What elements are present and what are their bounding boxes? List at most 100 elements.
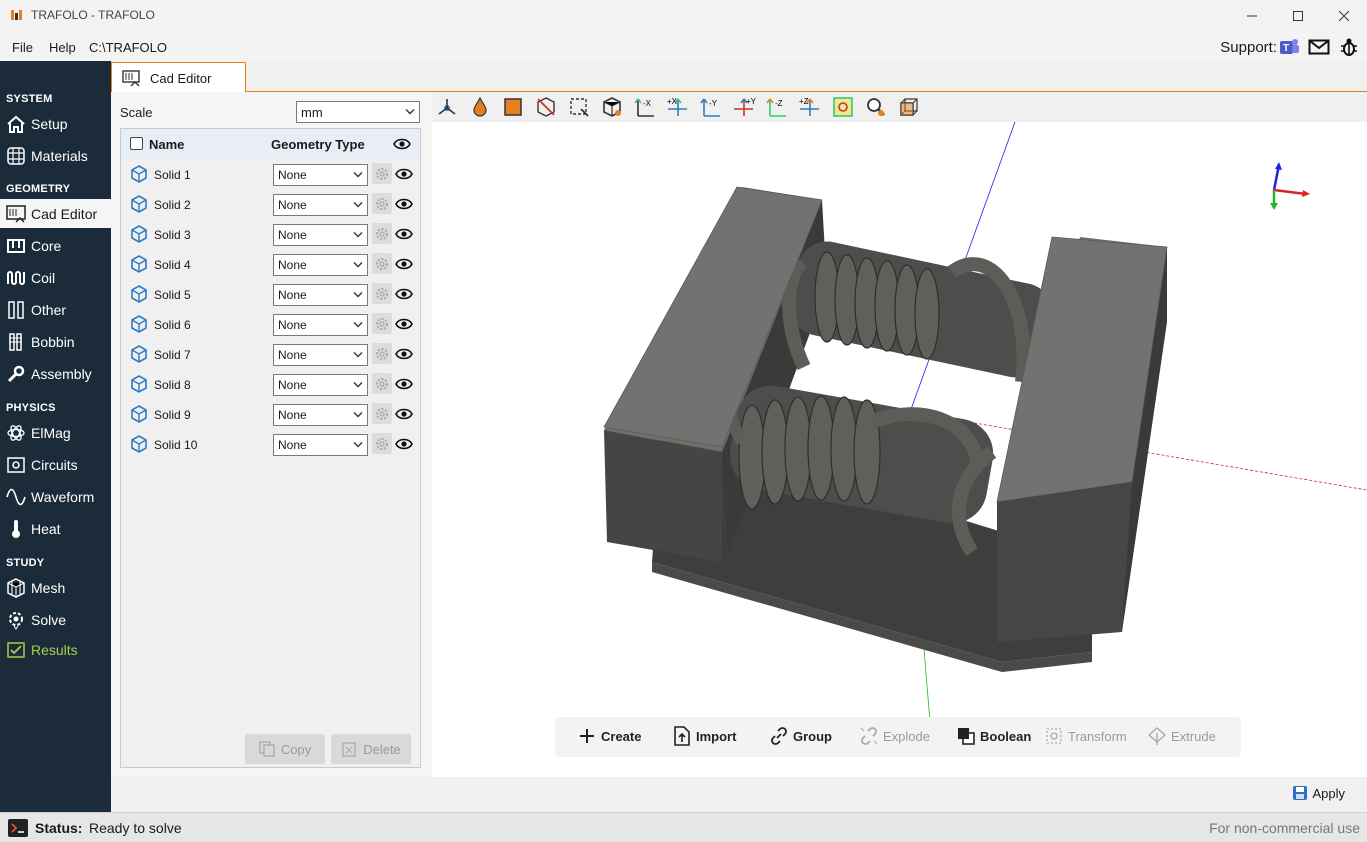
explode-button[interactable]: Explode [859,726,930,746]
menu-path[interactable]: C:\TRAFOLO [89,40,167,55]
solid-name[interactable]: Solid 6 [154,318,191,332]
boolean-button[interactable]: Boolean [956,726,1031,746]
solid-name[interactable]: Solid 1 [154,168,191,182]
3d-viewport[interactable] [432,122,1367,777]
solid-row[interactable]: Solid 6 None [121,309,420,339]
import-button[interactable]: Import [672,726,736,746]
visibility-eye-icon[interactable] [395,316,413,332]
solid-row[interactable]: Solid 1 None [121,159,420,189]
geometry-type-select[interactable]: None [273,374,368,396]
mail-icon[interactable] [1308,36,1330,58]
sidebar-item-waveform[interactable]: Waveform [0,482,111,511]
transform-button[interactable]: Transform [1044,726,1127,746]
visibility-all-eye-icon[interactable] [393,137,411,151]
visibility-eye-icon[interactable] [395,436,413,452]
solid-name[interactable]: Solid 9 [154,408,191,422]
sidebar-item-results[interactable]: Results [0,635,111,664]
view-plus-z-button[interactable]: +Z [798,95,822,119]
teams-icon[interactable]: T [1278,36,1300,58]
tab-cad-editor[interactable]: Cad Editor [111,62,246,93]
sidebar-item-circuits[interactable]: Circuits [0,450,111,479]
view-plus-y-button[interactable]: +Y [732,95,756,119]
geometry-type-select[interactable]: None [273,164,368,186]
view-minus-y-button[interactable]: -Y [699,95,723,119]
sidebar-item-solve[interactable]: Solve [0,605,111,634]
scale-select[interactable]: mm [296,101,420,123]
solid-name[interactable]: Solid 10 [154,438,197,452]
extrude-button[interactable]: Extrude [1147,726,1216,746]
visibility-eye-icon[interactable] [395,376,413,392]
view-minus-z-button[interactable]: -Z [765,95,789,119]
settings-button[interactable] [372,253,392,274]
select-all-checkbox[interactable] [130,137,143,150]
minimize-button[interactable] [1229,0,1275,31]
solid-row[interactable]: Solid 10 None [121,429,420,459]
visibility-eye-icon[interactable] [395,166,413,182]
solid-row[interactable]: Solid 4 None [121,249,420,279]
sidebar-item-elmag[interactable]: ElMag [0,418,111,447]
maximize-button[interactable] [1275,0,1321,31]
geometry-type-select[interactable]: None [273,344,368,366]
solid-name[interactable]: Solid 4 [154,258,191,272]
close-button[interactable] [1321,0,1367,31]
menu-help[interactable]: Help [49,40,76,55]
visibility-eye-icon[interactable] [395,196,413,212]
settings-button[interactable] [372,193,392,214]
magnify-button[interactable] [864,95,888,119]
box-select-button[interactable] [567,95,591,119]
settings-button[interactable] [372,313,392,334]
visibility-eye-icon[interactable] [395,406,413,422]
color-map-button[interactable] [468,95,492,119]
copy-button[interactable]: Copy [245,734,325,764]
solid-row[interactable]: Solid 3 None [121,219,420,249]
delete-button[interactable]: Delete [331,734,411,764]
view-plus-x-button[interactable]: +X [666,95,690,119]
settings-button[interactable] [372,373,392,394]
settings-button[interactable] [372,403,392,424]
visibility-eye-icon[interactable] [395,286,413,302]
solid-row[interactable]: Solid 2 None [121,189,420,219]
bug-report-icon[interactable] [1338,36,1360,58]
sidebar-item-bobbin[interactable]: Bobbin [0,327,111,356]
solid-row[interactable]: Solid 5 None [121,279,420,309]
settings-button[interactable] [372,163,392,184]
solid-name[interactable]: Solid 7 [154,348,191,362]
surface-mode-button[interactable] [501,95,525,119]
visibility-eye-icon[interactable] [395,346,413,362]
apply-button[interactable]: Apply [1292,785,1345,801]
settings-button[interactable] [372,283,392,304]
sidebar-item-heat[interactable]: Heat [0,514,111,543]
view-minus-x-button[interactable]: -X [633,95,657,119]
select-solid-button[interactable] [600,95,624,119]
sidebar-item-materials[interactable]: Materials [0,141,111,170]
geometry-type-select[interactable]: None [273,194,368,216]
hide-selection-button[interactable] [534,95,558,119]
sidebar-item-cad-editor[interactable]: Cad Editor [0,199,111,228]
solid-row[interactable]: Solid 9 None [121,399,420,429]
solid-name[interactable]: Solid 5 [154,288,191,302]
geometry-type-select[interactable]: None [273,434,368,456]
geometry-type-select[interactable]: None [273,284,368,306]
geometry-type-select[interactable]: None [273,254,368,276]
sidebar-item-mesh[interactable]: Mesh [0,573,111,602]
solid-name[interactable]: Solid 8 [154,378,191,392]
settings-button[interactable] [372,223,392,244]
create-button[interactable]: Create [577,726,641,746]
settings-button[interactable] [372,433,392,454]
solid-name[interactable]: Solid 3 [154,228,191,242]
solid-row[interactable]: Solid 8 None [121,369,420,399]
visibility-eye-icon[interactable] [395,256,413,272]
visibility-eye-icon[interactable] [395,226,413,242]
geometry-type-select[interactable]: None [273,224,368,246]
sidebar-item-assembly[interactable]: Assembly [0,359,111,388]
sidebar-item-other[interactable]: Other [0,295,111,324]
terminal-icon[interactable] [7,818,29,838]
sidebar-item-core[interactable]: Core [0,231,111,260]
perspective-button[interactable] [897,95,921,119]
solid-row[interactable]: Solid 7 None [121,339,420,369]
zoom-fit-button[interactable] [831,95,855,119]
solid-name[interactable]: Solid 2 [154,198,191,212]
menu-file[interactable]: File [12,40,33,55]
sidebar-item-coil[interactable]: Coil [0,263,111,292]
sidebar-item-setup[interactable]: Setup [0,109,111,138]
